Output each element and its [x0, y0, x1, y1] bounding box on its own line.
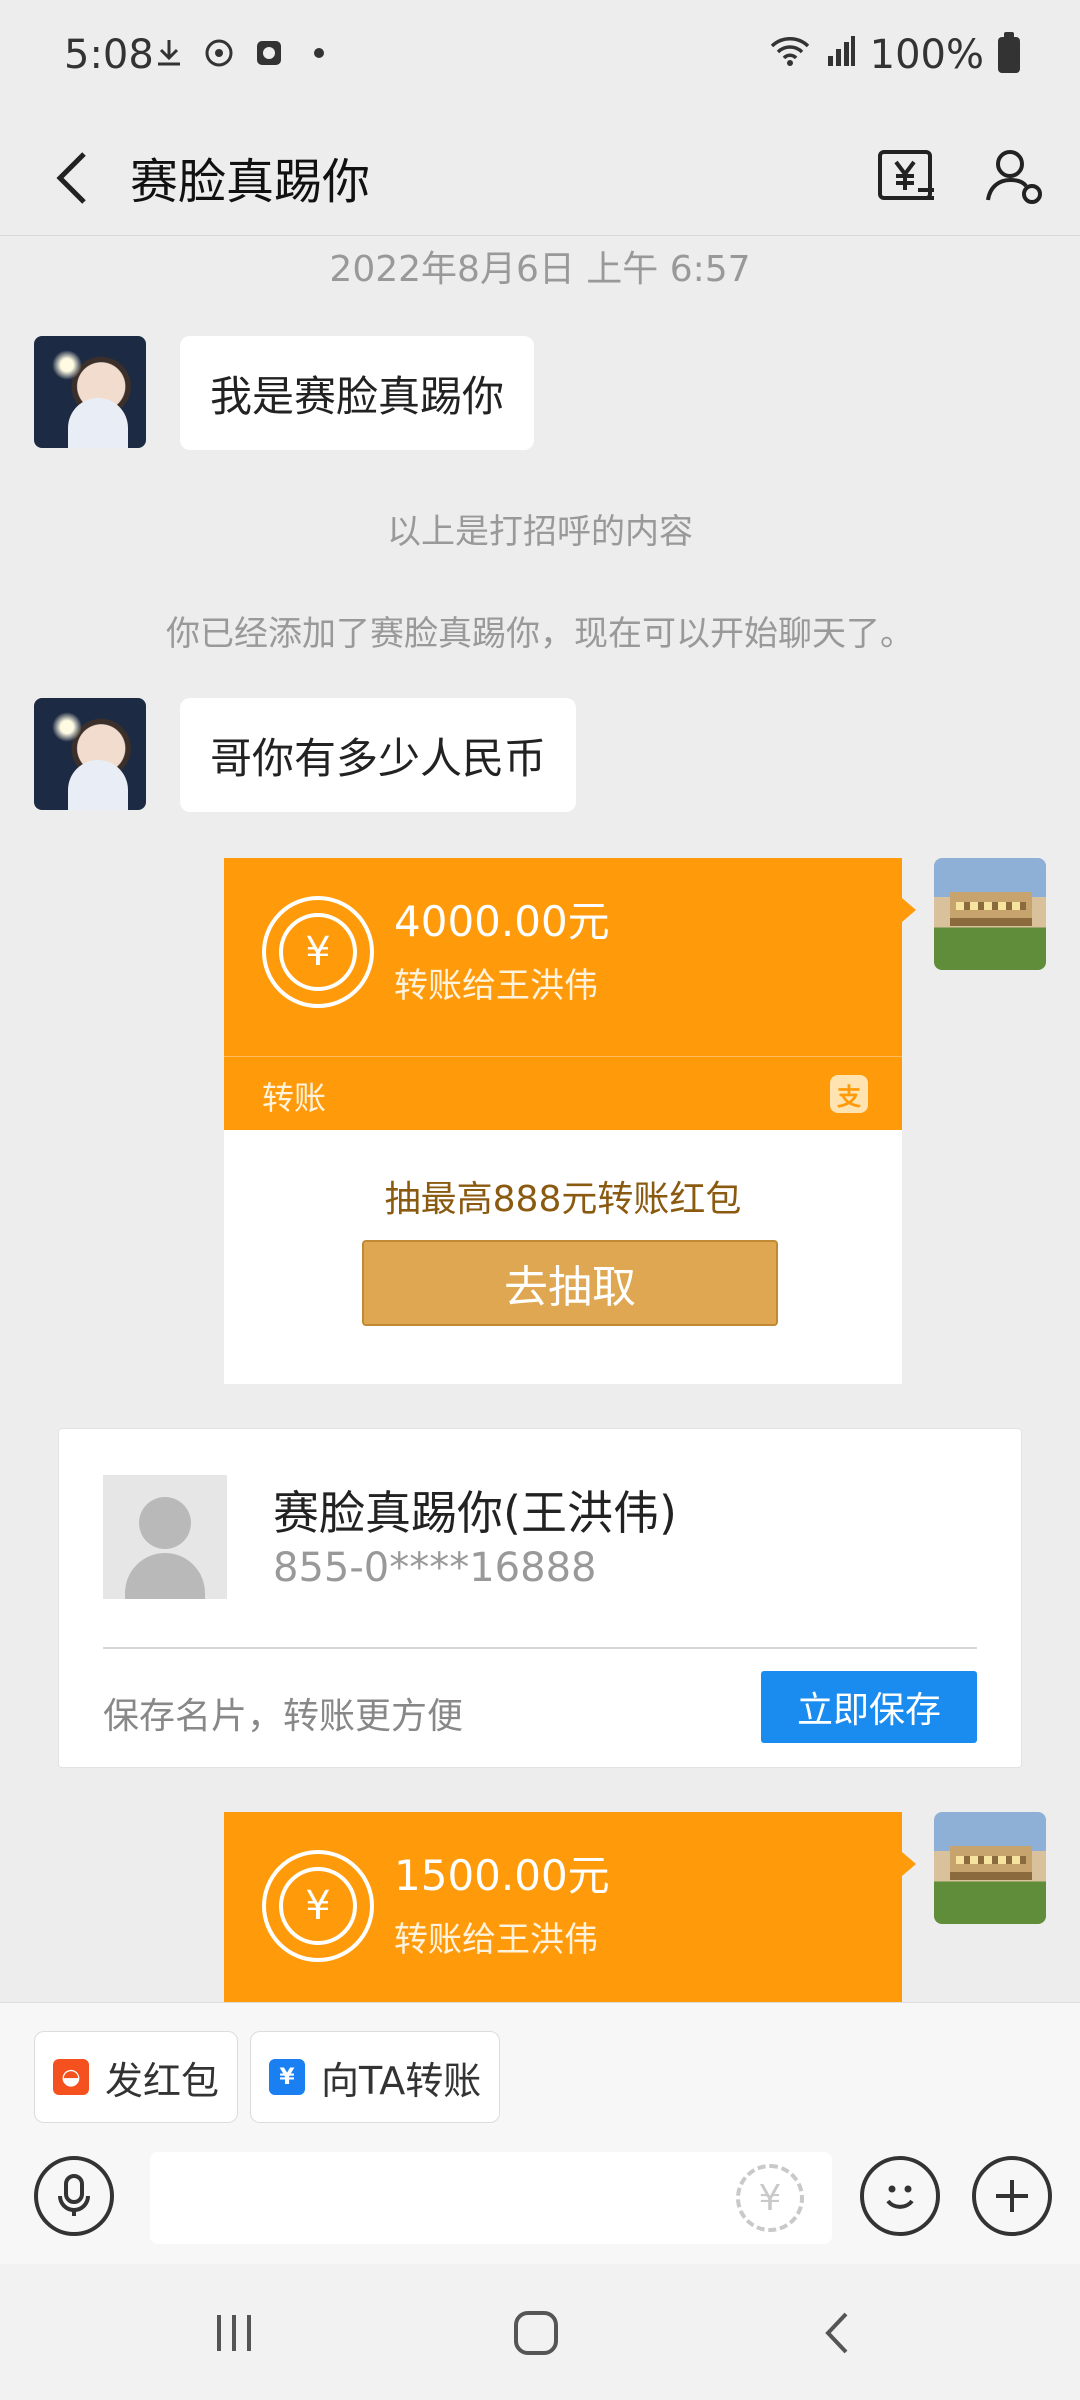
system-message-greeting-note: 以上是打招呼的内容: [387, 512, 693, 552]
contact-profile-button[interactable]: [972, 134, 1056, 218]
system-navigation-bar: [0, 2264, 1080, 2400]
alipay-icon: 支: [830, 1075, 868, 1113]
signal-icon: [826, 32, 856, 78]
transfer-yen-icon: ¥: [269, 2059, 305, 2095]
transfer-to-contact-label: 向TA转账: [321, 2058, 482, 2103]
back-button[interactable]: [42, 138, 102, 218]
send-red-packet-label: 发红包: [105, 2058, 220, 2103]
status-bar: 5:08 100%: [0, 0, 1080, 118]
divider: [103, 1647, 977, 1649]
self-avatar[interactable]: [934, 858, 1046, 970]
emoji-button[interactable]: [860, 2156, 940, 2236]
system-message-added: 你已经添加了赛脸真踢你，现在可以开始聊天了。: [166, 614, 914, 654]
battery-text: 100%: [869, 32, 984, 78]
self-avatar[interactable]: [934, 1812, 1046, 1924]
promo-text: 抽最高888元转账红包: [384, 1179, 742, 1220]
person-settings-icon: [986, 150, 1042, 204]
home-icon: [514, 2311, 558, 2355]
system-back-button[interactable]: [798, 2298, 878, 2368]
back-chevron-icon: [825, 2312, 848, 2354]
transfer-promo-area: 抽最高888元转账红包 去抽取: [224, 1130, 902, 1384]
quick-transfer-icon[interactable]: ¥: [736, 2164, 804, 2232]
microphone-icon: [58, 2174, 90, 2216]
message-bubble-greeting[interactable]: 我是赛脸真踢你: [180, 336, 535, 450]
transfer-to-contact-button[interactable]: ¥ 向TA转账: [250, 2031, 501, 2123]
sync-icon: [202, 36, 236, 70]
download-icon: [152, 36, 186, 70]
more-actions-button[interactable]: [972, 2156, 1052, 2236]
quick-actions-bar: ◒ 发红包 ¥ 向TA转账: [0, 2002, 1080, 2134]
yen-bill-icon: [878, 150, 934, 200]
contact-card[interactable]: 赛脸真踢你(王洪伟) 855-0****16888 保存名片，转账更方便 立即保…: [58, 1428, 1022, 1768]
save-contact-button[interactable]: 立即保存: [761, 1671, 977, 1743]
draw-red-packet-button[interactable]: 去抽取: [362, 1240, 778, 1326]
sender-avatar[interactable]: [34, 336, 146, 448]
message-bubble-question[interactable]: 哥你有多少人民币: [180, 698, 577, 812]
contact-phone: 855-0****16888: [273, 1545, 597, 1591]
contact-save-hint: 保存名片，转账更方便: [103, 1696, 464, 1737]
chat-messages[interactable]: 2022年8月6日 上午 6:57 我是赛脸真踢你 以上是打招呼的内容 你已经添…: [0, 236, 1080, 2002]
chevron-left-icon: [56, 152, 86, 204]
home-button[interactable]: [496, 2298, 576, 2368]
message-timestamp: 2022年8月6日 上午 6:57: [329, 249, 751, 290]
transfer-description: 转账给王洪伟: [394, 966, 598, 1006]
voice-button[interactable]: [34, 2156, 114, 2236]
transfer-card[interactable]: ¥ 1500.00元 转账给王洪伟: [224, 1812, 916, 2002]
status-notification-icons: [152, 36, 336, 70]
transfer-card-header: ¥ 4000.00元 转账给王洪伟 转账 支: [224, 858, 916, 1130]
message-input-bar: ¥: [0, 2134, 1080, 2264]
sender-avatar[interactable]: [34, 698, 146, 810]
transfer-records-button[interactable]: [864, 134, 948, 218]
chat-header: 赛脸真踢你: [0, 118, 1080, 236]
transfer-exchange-icon: ¥: [262, 896, 374, 1008]
chat-title: 赛脸真踢你: [130, 154, 371, 210]
transfer-footer: 转账 支: [224, 1056, 902, 1130]
status-time: 5:08: [64, 32, 154, 78]
contact-avatar-placeholder: [103, 1475, 227, 1599]
send-red-packet-button[interactable]: ◒ 发红包: [34, 2031, 239, 2123]
more-dot-icon: [302, 36, 336, 70]
transfer-description: 转账给王洪伟: [394, 1920, 598, 1960]
transfer-exchange-icon: ¥: [262, 1850, 374, 1962]
battery-icon: [998, 32, 1020, 73]
message-input[interactable]: [150, 2152, 832, 2244]
plus-icon: [996, 2180, 1028, 2212]
wifi-icon: [768, 32, 812, 78]
transfer-card[interactable]: ¥ 4000.00元 转账给王洪伟 转账 支 抽最高888元转账红包 去抽取: [224, 858, 916, 1384]
transfer-card-header: ¥ 1500.00元 转账给王洪伟: [224, 1812, 916, 2002]
smiley-icon: [886, 2185, 914, 2209]
contact-name: 赛脸真踢你(王洪伟): [273, 1486, 677, 1540]
app-notification-icon: [252, 36, 286, 70]
recent-apps-icon: [217, 2315, 251, 2351]
recent-apps-button[interactable]: [194, 2298, 274, 2368]
transfer-amount: 1500.00元: [394, 1851, 610, 1900]
transfer-amount: 4000.00元: [394, 897, 610, 946]
transfer-label: 转账: [262, 1079, 327, 1117]
status-right: 100%: [768, 32, 1020, 78]
red-packet-icon: ◒: [53, 2059, 89, 2095]
